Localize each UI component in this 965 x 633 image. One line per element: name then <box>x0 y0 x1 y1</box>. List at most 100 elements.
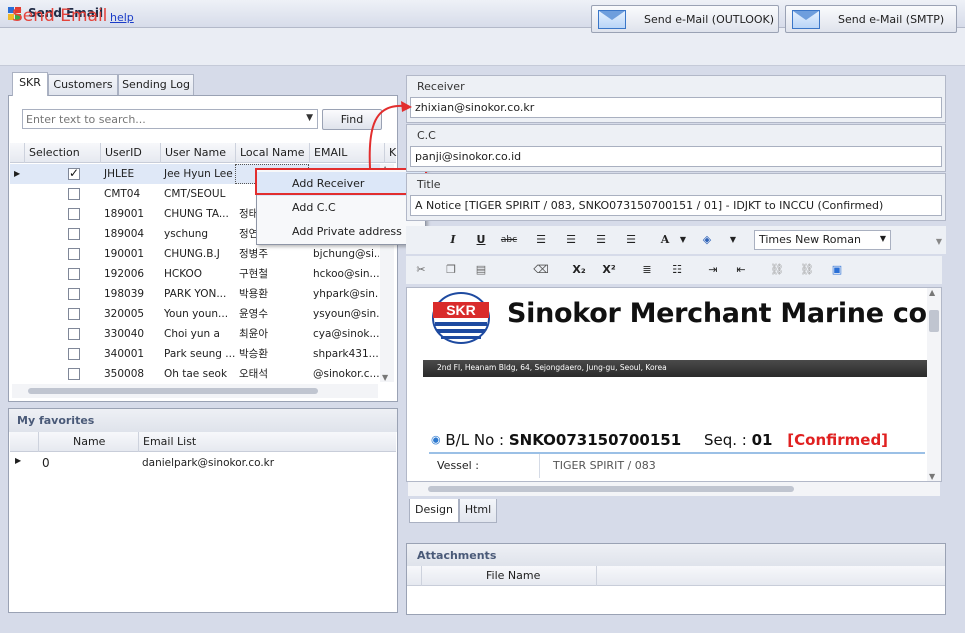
menu-add-cc[interactable]: Add C.C <box>257 196 425 220</box>
cell-userid: 189004 <box>104 228 145 240</box>
col-localname[interactable]: Local Name <box>235 143 309 163</box>
table-row[interactable]: 320005 Youn youn... 윤영수 ysyoun@sin... <box>10 304 380 324</box>
bullet-list-icon[interactable]: ☷ <box>668 262 686 278</box>
send-smtp-button[interactable]: Send e-Mail (SMTP) <box>785 5 957 33</box>
italic-icon[interactable]: I <box>444 232 462 248</box>
bullet-icon: ◉ <box>431 433 441 446</box>
cell-username: CHUNG TA... <box>164 208 229 220</box>
paste-icon[interactable]: ▤ <box>472 262 490 278</box>
cell-email: hckoo@sin... <box>313 268 379 280</box>
cell-username: yschung <box>164 228 209 240</box>
editor-horizontal-scrollbar[interactable] <box>408 482 940 496</box>
col-username[interactable]: User Name <box>160 143 235 163</box>
font-select-value: Times New Roman <box>759 233 861 246</box>
grid-horizontal-scrollbar[interactable] <box>12 384 378 398</box>
fav-row-email: danielpark@sinokor.co.kr <box>142 457 275 469</box>
selection-checkbox[interactable] <box>68 308 80 320</box>
envelope-icon <box>792 10 820 29</box>
tab-skr[interactable]: SKR <box>12 72 48 96</box>
chevron-down-icon[interactable]: ▼ <box>674 232 692 248</box>
table-row[interactable]: 192006 HCKOO 구현철 hckoo@sin... <box>10 264 380 284</box>
table-row[interactable]: 340001 Park seung ... 박승환 shpark431... <box>10 344 380 364</box>
eraser-icon[interactable]: ⌫ <box>532 262 550 278</box>
outdent-icon[interactable]: ⇤ <box>732 262 750 278</box>
col-file-name[interactable]: File Name <box>421 566 596 586</box>
selection-checkbox[interactable] <box>68 328 80 340</box>
bl-line: ◉ B/L No : SNKO073150700151 Seq. : 01 [C… <box>431 431 888 449</box>
receiver-label: Receiver <box>417 80 465 93</box>
favorites-title: My favorites <box>9 409 397 432</box>
editor-vertical-scrollbar[interactable]: ▲ ▼ <box>927 288 941 481</box>
table-row[interactable]: 330040 Choi yun a 최윤아 cya@sinok... <box>10 324 380 344</box>
cell-email: ysyoun@sin... <box>313 308 379 320</box>
receiver-field[interactable]: zhixian@sinokor.co.kr <box>410 97 942 118</box>
selection-checkbox[interactable] <box>68 268 80 280</box>
address-bar: 2nd Fl, Heanam Bldg, 64, Sejongdaero, Ju… <box>423 360 933 377</box>
align-left-icon[interactable]: ☰ <box>532 232 550 248</box>
table-row[interactable]: 190001 CHUNG.B.J 정병주 bjchung@si... <box>10 244 380 264</box>
cell-userid: 320005 <box>104 308 145 320</box>
selection-checkbox[interactable] <box>68 348 80 360</box>
help-link[interactable]: help <box>110 11 134 24</box>
cell-userid: JHLEE <box>104 168 135 180</box>
selection-checkbox[interactable] <box>68 228 80 240</box>
cell-username: Youn youn... <box>164 308 229 320</box>
cell-localname: 오태석 <box>239 368 268 380</box>
cell-username: HCKOO <box>164 268 203 280</box>
justify-icon[interactable]: ☰ <box>622 232 640 248</box>
cell-userid: 190001 <box>104 248 145 260</box>
title-field[interactable]: A Notice [TIGER SPIRIT / 083, SNKO073150… <box>410 195 942 216</box>
cell-username: Choi yun a <box>164 328 220 340</box>
copy-icon[interactable]: ❐ <box>442 262 460 278</box>
table-row[interactable]: 350008 Oh tae seok 오태석 @sinokor.c... <box>10 364 380 384</box>
selection-checkbox[interactable] <box>68 368 80 380</box>
cell-email: @sinokor.c... <box>313 368 379 380</box>
col-userid[interactable]: UserID <box>100 143 160 163</box>
table-row[interactable]: 198039 PARK YON... 박용환 yhpark@sin... <box>10 284 380 304</box>
col-fav-email[interactable]: Email List <box>138 432 396 452</box>
link-icon[interactable]: ⛓ <box>768 262 786 278</box>
align-center-icon[interactable]: ☰ <box>562 232 580 248</box>
tab-customers[interactable]: Customers <box>48 74 118 95</box>
search-box[interactable]: ▼ <box>22 109 318 129</box>
selection-checkbox[interactable] <box>68 166 80 180</box>
favorites-row[interactable]: ▶ 0 danielpark@sinokor.co.kr <box>10 453 396 473</box>
send-outlook-button[interactable]: Send e-Mail (OUTLOOK) <box>591 5 779 33</box>
toolbar-overflow-icon[interactable]: ▼ <box>930 234 948 250</box>
chevron-down-icon[interactable]: ▼ <box>724 232 742 248</box>
underline-icon[interactable]: U <box>472 232 490 248</box>
favorites-header: Name Email List <box>10 432 396 452</box>
subscript-icon[interactable]: X₂ <box>570 262 588 278</box>
cell-localname: 구현철 <box>239 268 268 280</box>
highlight-color-icon[interactable]: ◈ <box>698 232 716 248</box>
menu-add-private-address[interactable]: Add Private address <box>257 220 425 244</box>
cc-field[interactable]: panji@sinokor.co.id <box>410 146 942 167</box>
strikethrough-icon[interactable]: abc <box>500 232 518 248</box>
bl-label: B/L No : <box>445 431 505 449</box>
selection-checkbox[interactable] <box>68 248 80 260</box>
cell-userid: 198039 <box>104 288 145 300</box>
superscript-icon[interactable]: X² <box>600 262 618 278</box>
selection-checkbox[interactable] <box>68 188 80 200</box>
company-logo: SKR <box>432 292 490 344</box>
align-right-icon[interactable]: ☰ <box>592 232 610 248</box>
col-selection[interactable]: Selection <box>24 143 100 163</box>
chevron-down-icon[interactable]: ▼ <box>306 113 313 123</box>
col-fav-name[interactable]: Name <box>38 432 138 452</box>
numbered-list-icon[interactable]: ≣ <box>638 262 656 278</box>
tab-sending-log[interactable]: Sending Log <box>118 74 194 95</box>
selection-checkbox[interactable] <box>68 288 80 300</box>
search-input[interactable] <box>23 110 293 128</box>
selection-checkbox[interactable] <box>68 208 80 220</box>
tab-design[interactable]: Design <box>409 499 459 523</box>
cut-icon[interactable]: ✂ <box>412 262 430 278</box>
email-editor[interactable]: SKR Sinokor Merchant Marine co., L 2nd F… <box>406 287 942 482</box>
fav-row-name: 0 <box>42 456 50 470</box>
font-color-icon[interactable]: A <box>656 232 674 248</box>
font-select[interactable]: Times New Roman ▼ <box>754 230 891 250</box>
image-icon[interactable]: ▣ <box>828 262 846 278</box>
unlink-icon[interactable]: ⛓ <box>798 262 816 278</box>
tab-html[interactable]: Html <box>459 499 497 523</box>
bl-value: SNKO073150700151 <box>508 431 682 449</box>
indent-icon[interactable]: ⇥ <box>704 262 722 278</box>
